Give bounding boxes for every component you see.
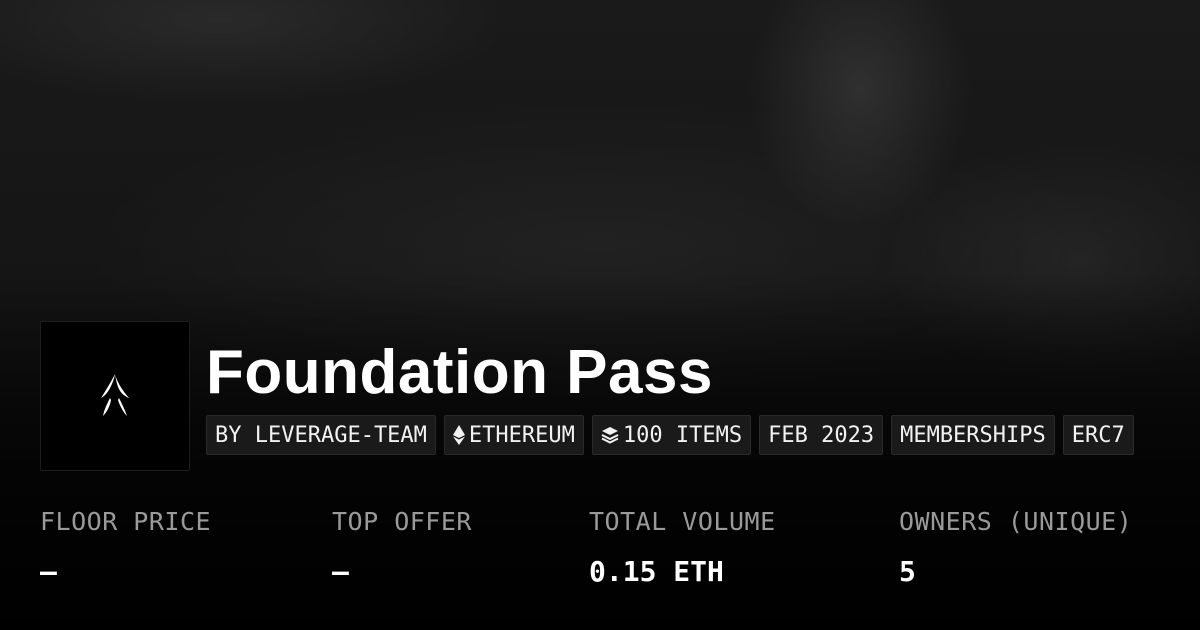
stat-total-volume: TOTAL VOLUME 0.15 ETH bbox=[589, 505, 776, 589]
category-tag-label: MEMBERSHIPS bbox=[900, 422, 1046, 448]
layers-icon bbox=[601, 426, 619, 444]
collection-logo bbox=[40, 321, 190, 471]
date-tag[interactable]: FEB 2023 bbox=[759, 415, 884, 455]
stat-value: – bbox=[40, 555, 57, 588]
collection-title: Foundation Pass bbox=[206, 338, 713, 407]
ethereum-icon bbox=[452, 425, 465, 445]
collection-tags: BY LEVERAGE-TEAM ETHEREUM 100 ITEMS FEB … bbox=[206, 415, 1134, 455]
stat-value: 5 bbox=[899, 555, 916, 588]
standard-tag-label: ERC7 bbox=[1071, 422, 1125, 448]
date-tag-label: FEB 2023 bbox=[768, 422, 875, 448]
chain-tag-label: ETHEREUM bbox=[468, 422, 575, 448]
chain-tag[interactable]: ETHEREUM bbox=[443, 415, 584, 455]
stat-value: – bbox=[332, 555, 349, 588]
stat-value: 0.15 ETH bbox=[589, 555, 724, 588]
stat-label: TOP OFFER bbox=[332, 507, 472, 536]
stat-floor-price: FLOOR PRICE – bbox=[40, 505, 211, 589]
stat-owners: OWNERS (UNIQUE) 5 bbox=[899, 505, 1132, 589]
stat-top-offer: TOP OFFER – bbox=[332, 505, 472, 589]
creator-tag-label: BY LEVERAGE-TEAM bbox=[215, 422, 427, 448]
creator-tag[interactable]: BY LEVERAGE-TEAM bbox=[206, 415, 436, 455]
stat-label: FLOOR PRICE bbox=[40, 507, 212, 536]
items-tag[interactable]: 100 ITEMS bbox=[591, 415, 752, 455]
collection-logo-mark bbox=[101, 374, 129, 416]
stat-label: OWNERS (UNIQUE) bbox=[899, 507, 1133, 536]
stat-label: TOTAL VOLUME bbox=[589, 507, 776, 536]
category-tag[interactable]: MEMBERSHIPS bbox=[891, 415, 1055, 455]
standard-tag[interactable]: ERC7 bbox=[1062, 415, 1134, 455]
items-tag-label: 100 ITEMS bbox=[622, 422, 743, 448]
